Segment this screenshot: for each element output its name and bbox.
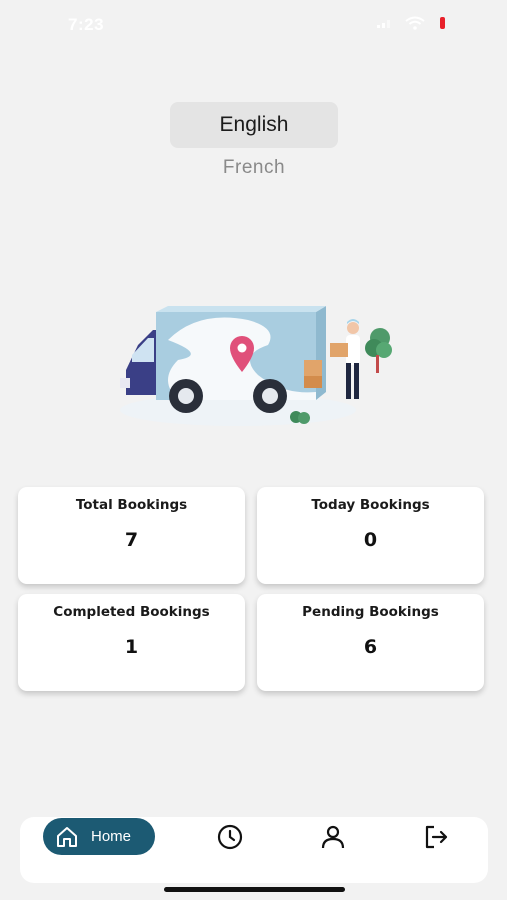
stat-label: Total Bookings [75,497,188,513]
stat-value: 7 [124,529,139,551]
stat-value: 0 [363,529,378,551]
stat-label: Pending Bookings [302,604,439,620]
logout-icon[interactable] [422,823,450,851]
user-icon[interactable] [319,823,347,851]
stat-card-today-bookings[interactable]: Today Bookings 0 [257,487,484,584]
delivery-truck-illustration [118,300,398,435]
signal-icon [377,20,390,28]
stats-grid: Total Bookings 7 Today Bookings 0 Comple… [18,487,485,691]
stat-label: Completed Bookings [53,604,210,620]
status-bar: 7:23 [0,0,507,50]
stat-card-completed-bookings[interactable]: Completed Bookings 1 [18,594,245,691]
home-icon [57,826,77,847]
stat-value: 1 [124,636,139,658]
bottom-nav: Home [20,817,488,883]
language-switch: English French [170,102,338,188]
status-icons [377,16,447,30]
wifi-icon [405,16,425,30]
language-option-english[interactable]: English [170,102,338,148]
nav-home-label: Home [91,828,132,845]
clock-icon[interactable] [216,823,244,851]
language-option-french[interactable]: French [170,148,338,188]
nav-item-home[interactable]: Home [43,818,155,855]
home-indicator [164,887,345,892]
stat-value: 6 [363,636,378,658]
stat-card-pending-bookings[interactable]: Pending Bookings 6 [257,594,484,691]
battery-icon [440,17,445,29]
stat-card-total-bookings[interactable]: Total Bookings 7 [18,487,245,584]
stat-label: Today Bookings [311,497,430,513]
status-time: 7:23 [68,15,105,34]
